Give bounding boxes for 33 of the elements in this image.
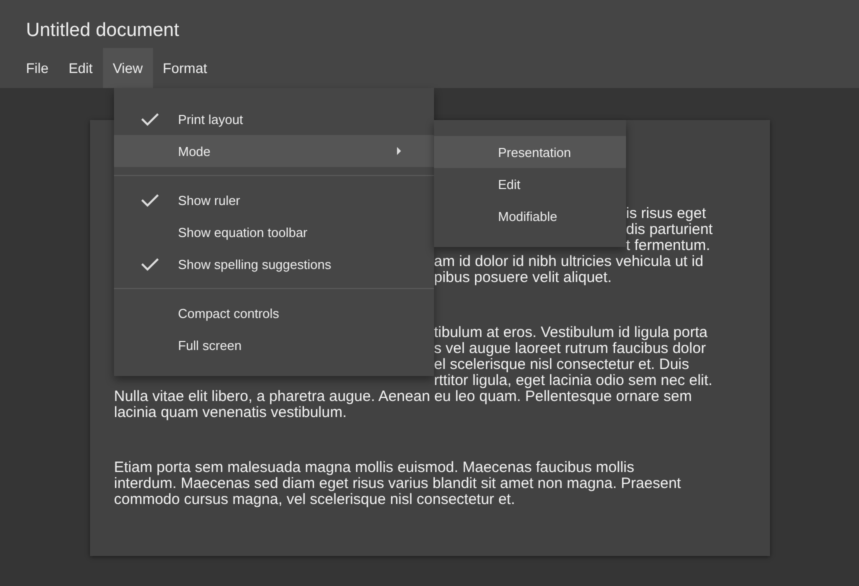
text-line: el scelerisque nisl consectetur et. Duis	[434, 357, 690, 373]
text-line: s vel augue laoreet rutrum faucibus dolor	[434, 341, 706, 357]
text-line: is risus eget	[626, 206, 706, 222]
menu-item[interactable]: Compact controls	[114, 297, 434, 329]
submenu-arrow-icon	[397, 147, 402, 155]
text-line: pibus posuere velit aliquet.	[434, 270, 612, 286]
menu-bar-item[interactable]: Format	[152, 48, 218, 88]
check-icon	[141, 193, 159, 207]
text-line: rttitor ligula, eget lacinia odio sem nec elit.	[434, 373, 712, 389]
window-title: Untitled document	[25, 19, 180, 43]
text-line: lacinia quam venenatis vestibulum.	[114, 405, 347, 421]
text-line: tibulum at eros. Vestibulum id ligula porta	[434, 325, 708, 341]
menu-item[interactable]: Print layout	[114, 103, 434, 135]
text-line: interdum. Maecenas sed diam eget risus varius blandit sit amet non magna. Praesent	[114, 476, 681, 492]
menu-item[interactable]: Show equation toolbar	[114, 216, 434, 248]
menu-item[interactable]: Modifiable	[434, 200, 626, 232]
menu-item[interactable]: Show ruler	[114, 184, 434, 216]
text-line: commodo cursus magna, vel scelerisque nisl consectetur et.	[114, 492, 516, 508]
text-line: dis parturient	[626, 222, 713, 238]
menu-bar-item[interactable]: Edit	[58, 48, 103, 88]
check-icon	[141, 112, 159, 126]
text-line: t fermentum.	[626, 238, 710, 254]
menu-item[interactable]: Presentation	[434, 136, 626, 168]
menu-item[interactable]: Full screen	[114, 329, 434, 361]
menu-item[interactable]: Edit	[434, 168, 626, 200]
check-icon	[141, 257, 159, 271]
text-line: am id dolor id nibh ultricies vehicula ut id	[434, 254, 704, 270]
text-line: Etiam porta sem malesuada magna mollis euismod. Maecenas faucibus mollis	[114, 460, 634, 476]
menu-bar-item[interactable]: File	[16, 48, 59, 88]
menu-item[interactable]: Show spelling suggestions	[114, 248, 434, 280]
text-line: Nulla vitae elit libero, a pharetra augue. Aenean eu leo quam. Pellentesque ornare sem	[114, 389, 692, 405]
menu-item[interactable]: Mode	[114, 135, 434, 167]
menu-bar-item[interactable]: View	[102, 48, 153, 88]
